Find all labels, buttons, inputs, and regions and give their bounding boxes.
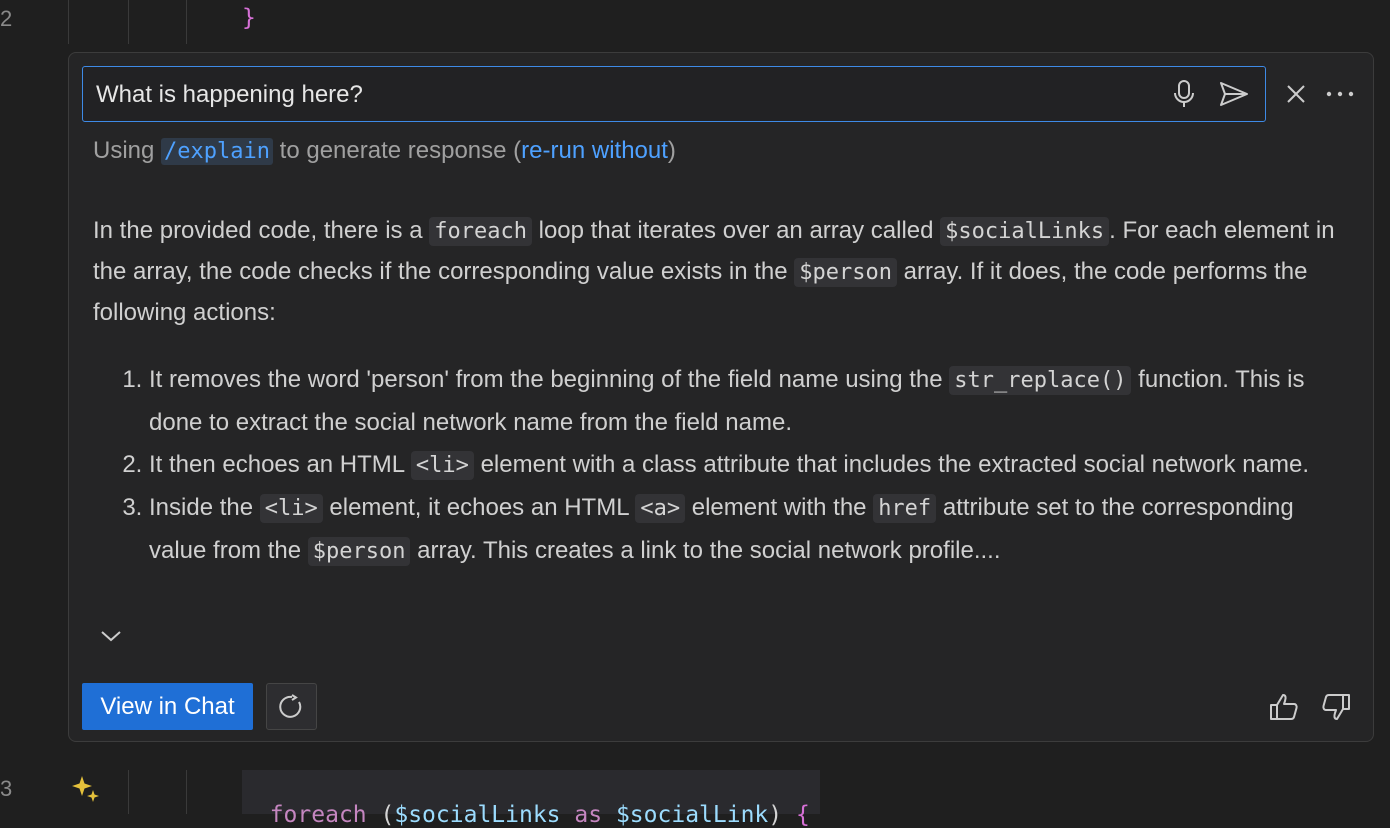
prompt-text[interactable]: What is happening here? xyxy=(96,81,363,109)
list-item: It removes the word 'person' from the be… xyxy=(149,359,1343,444)
chevron-down-icon[interactable] xyxy=(99,627,123,645)
thumbs-down-icon[interactable] xyxy=(1319,691,1353,723)
indent-guide xyxy=(186,0,187,44)
indent-guide xyxy=(128,0,129,44)
chat-prompt-input[interactable]: What is happening here? xyxy=(82,66,1266,122)
indent-guide xyxy=(68,0,69,44)
response-list: It removes the word 'person' from the be… xyxy=(93,359,1343,573)
code-line: } xyxy=(242,5,256,31)
code-token: foreach xyxy=(269,802,367,828)
view-in-chat-button[interactable]: View in Chat xyxy=(82,683,253,730)
rerun-button[interactable] xyxy=(266,683,317,730)
code-token: $socialLink xyxy=(615,802,769,828)
line-number: 3 xyxy=(0,776,13,801)
inline-code: <li> xyxy=(410,451,474,480)
microphone-icon[interactable] xyxy=(1169,79,1199,109)
inline-code: $socialLinks xyxy=(940,217,1110,246)
rerun-without-link[interactable]: re-run without xyxy=(521,137,668,164)
usage-prefix: Using xyxy=(93,137,155,164)
response-paragraph: In the provided code, there is a foreach… xyxy=(93,211,1343,333)
inline-chat-widget: What is happening here? Using /explain t… xyxy=(68,52,1374,742)
response-text: loop that iterates over an array called xyxy=(538,217,934,244)
sparkle-icon[interactable] xyxy=(70,772,102,804)
indent-guide xyxy=(128,770,129,814)
list-item: It then echoes an HTML <li> element with… xyxy=(149,444,1343,487)
response-body: In the provided code, there is a foreach… xyxy=(93,211,1343,573)
code-token: $socialLinks xyxy=(394,802,561,828)
thumbs-up-icon[interactable] xyxy=(1267,691,1301,723)
usage-suffix: ) xyxy=(667,137,676,164)
inline-code: str_replace() xyxy=(949,366,1132,395)
inline-code: <li> xyxy=(259,494,323,523)
line-number: 2 xyxy=(0,6,13,31)
list-item: Inside the <li> element, it echoes an HT… xyxy=(149,487,1343,573)
refresh-icon xyxy=(278,693,305,720)
code-token: ( xyxy=(380,802,395,828)
code-line: foreach ($socialLinks as $socialLink) { xyxy=(242,776,810,828)
code-token: ) xyxy=(768,802,783,828)
send-icon[interactable] xyxy=(1217,79,1251,109)
response-text: In the provided code, there is a xyxy=(93,217,423,244)
slash-command[interactable]: /explain xyxy=(161,138,273,165)
code-token: as xyxy=(574,802,603,828)
inline-code: <a> xyxy=(635,494,686,523)
usage-middle: to generate response ( xyxy=(279,137,522,164)
command-usage-line: Using /explain to generate response (re-… xyxy=(93,137,676,165)
inline-code: $person xyxy=(794,258,897,287)
code-token: { xyxy=(796,802,810,828)
close-icon[interactable] xyxy=(1283,81,1309,107)
more-icon[interactable] xyxy=(1325,81,1355,107)
inline-code: $person xyxy=(307,537,411,566)
inline-code: href xyxy=(873,494,937,523)
inline-code: foreach xyxy=(429,217,532,246)
indent-guide xyxy=(186,770,187,814)
